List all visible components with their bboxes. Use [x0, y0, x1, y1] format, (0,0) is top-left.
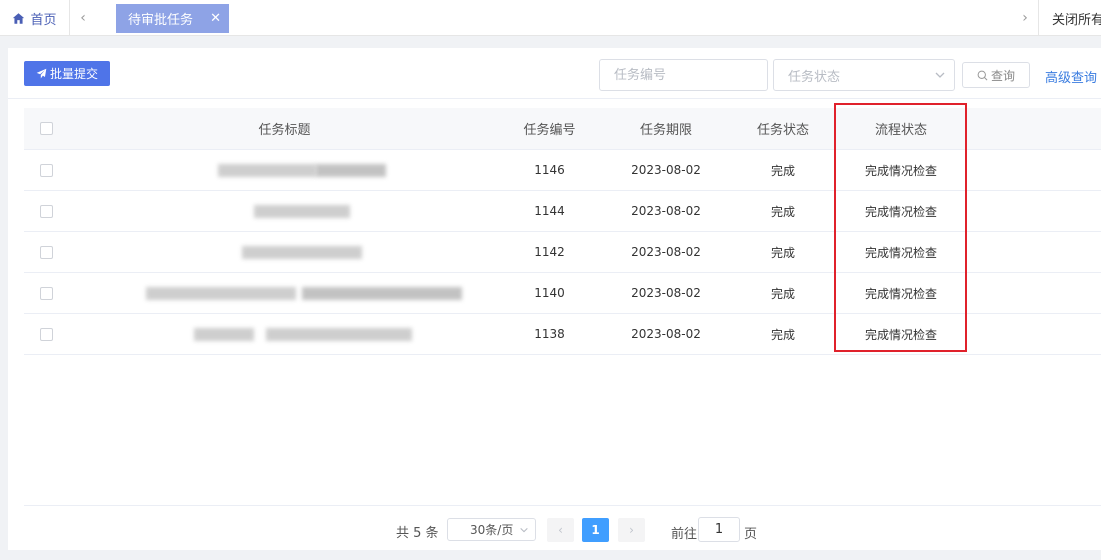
row-checkbox[interactable] [39, 327, 53, 341]
select-all-cell [30, 108, 62, 149]
status-cell: 完成 [770, 245, 795, 260]
task-no-cell: 1144 [534, 204, 565, 218]
status-cell: 完成 [770, 163, 795, 178]
chevron-right-icon: › [629, 523, 634, 537]
task-status-select[interactable]: 任务状态 [773, 59, 955, 91]
row-checkbox-cell [30, 314, 62, 354]
goto-page-input[interactable] [698, 517, 740, 542]
table-row[interactable]: 1146 2023-08-02 完成 完成情况检查 [24, 150, 1101, 191]
row-checkbox-cell [30, 232, 62, 272]
tab-pending-tasks-label: 待审批任务 [128, 13, 194, 28]
task-no-cell: 1146 [534, 163, 565, 177]
table-row[interactable]: 1138 2023-08-02 完成 完成情况检查 [24, 314, 1101, 355]
header-flow-status[interactable]: 流程状态 [826, 108, 976, 149]
task-no-input[interactable] [599, 59, 768, 91]
header-status[interactable]: 任务状态 [740, 108, 826, 149]
status-cell: 完成 [770, 204, 795, 219]
deadline-cell: 2023-08-02 [631, 163, 701, 177]
chevron-left-icon: ‹ [558, 523, 563, 537]
flow-status-cell: 完成情况检查 [864, 204, 937, 219]
task-no-cell: 1142 [534, 245, 565, 259]
row-checkbox-cell [30, 150, 62, 190]
page-size-select[interactable]: 30条/页 [447, 518, 536, 541]
tab-scroll-right-icon[interactable]: › [1013, 0, 1037, 36]
flow-status-cell: 完成情况检查 [864, 163, 937, 178]
title-cell-redacted [62, 232, 507, 272]
title-cell-redacted [62, 314, 507, 354]
deadline-cell: 2023-08-02 [631, 204, 701, 218]
deadline-cell: 2023-08-02 [631, 327, 701, 341]
select-all-checkbox[interactable] [39, 122, 53, 135]
batch-submit-button[interactable]: 批量提交 [24, 61, 110, 86]
row-checkbox-cell [30, 191, 62, 231]
home-icon [13, 12, 25, 24]
divider [8, 98, 1101, 99]
page-number-current[interactable]: 1 [582, 518, 609, 542]
page-size-value: 30条/页 [470, 523, 514, 537]
title-cell-redacted [62, 191, 507, 231]
task-status-placeholder: 任务状态 [788, 69, 841, 85]
main-card: 批量提交 任务状态 查询 高级查询 任务标题 任务编号 任务期限 任务状态 流程… [8, 48, 1101, 550]
next-page-button[interactable]: › [618, 518, 645, 542]
batch-submit-label: 批量提交 [49, 67, 98, 81]
row-checkbox[interactable] [39, 163, 53, 177]
row-checkbox[interactable] [39, 245, 53, 259]
deadline-cell: 2023-08-02 [631, 245, 701, 259]
close-all-tabs-button[interactable]: 关闭所有 [1038, 0, 1101, 36]
pagination-total: 共 5 条 [396, 526, 439, 541]
flow-status-cell: 完成情况检查 [864, 286, 937, 301]
header-deadline[interactable]: 任务期限 [592, 108, 740, 149]
deadline-cell: 2023-08-02 [631, 286, 701, 300]
row-checkbox[interactable] [39, 286, 53, 300]
prev-page-button[interactable]: ‹ [547, 518, 574, 542]
table-header: 任务标题 任务编号 任务期限 任务状态 流程状态 [24, 108, 1101, 150]
tab-scroll-left-icon[interactable]: ‹ [71, 0, 95, 36]
divider [24, 505, 1101, 506]
task-no-cell: 1138 [534, 327, 565, 341]
row-checkbox[interactable] [39, 204, 53, 218]
goto-label: 前往 [671, 527, 698, 542]
tab-home[interactable]: 首页 [0, 0, 70, 36]
status-cell: 完成 [770, 327, 795, 342]
table-row[interactable]: 1144 2023-08-02 完成 完成情况检查 [24, 191, 1101, 232]
page-suffix-label: 页 [744, 527, 758, 542]
tab-home-label: 首页 [30, 12, 57, 28]
status-cell: 完成 [770, 286, 795, 301]
send-icon [36, 68, 47, 79]
table-row[interactable]: 1140 2023-08-02 完成 完成情况检查 [24, 273, 1101, 314]
task-no-cell: 1140 [534, 286, 565, 300]
header-title[interactable]: 任务标题 [62, 108, 507, 149]
tab-pending-tasks[interactable]: 待审批任务 ✕ [116, 4, 229, 33]
table-row[interactable]: 1142 2023-08-02 完成 完成情况检查 [24, 232, 1101, 273]
query-label: 查询 [990, 68, 1015, 83]
flow-status-cell: 完成情况检查 [864, 245, 937, 260]
tab-bar: 首页 ‹ 待审批任务 ✕ › 关闭所有 [0, 0, 1101, 36]
row-checkbox-cell [30, 273, 62, 313]
chevron-down-icon [935, 72, 945, 78]
title-cell-redacted [62, 150, 507, 190]
advanced-query-link[interactable]: 高级查询 [1045, 67, 1097, 86]
header-task-no[interactable]: 任务编号 [507, 108, 592, 149]
chevron-down-icon [520, 527, 528, 533]
close-icon[interactable]: ✕ [210, 11, 221, 26]
flow-status-cell: 完成情况检查 [864, 327, 937, 342]
search-icon [977, 70, 988, 80]
query-button[interactable]: 查询 [962, 62, 1030, 88]
title-cell-redacted [62, 273, 507, 313]
